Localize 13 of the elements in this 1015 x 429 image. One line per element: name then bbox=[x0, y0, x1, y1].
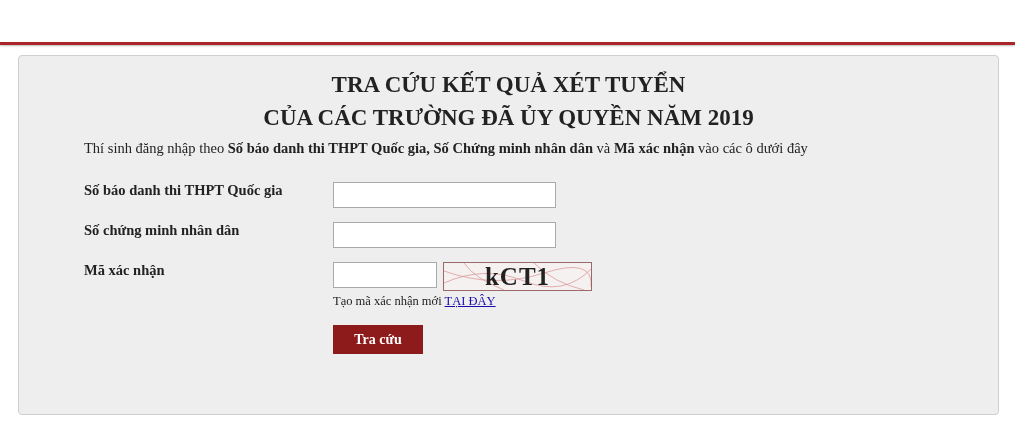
field-label: Mã xác nhận bbox=[84, 262, 166, 279]
refresh-captcha-link[interactable]: TẠI ĐÂY bbox=[444, 294, 496, 308]
field-label: Số chứng minh nhân dân bbox=[84, 222, 241, 239]
page-title: TRA CỨU KẾT QUẢ XÉT TUYỂN bbox=[330, 70, 687, 99]
hint-text: Tạo mã xác nhận mới TẠI ĐÂY bbox=[333, 294, 497, 309]
input-field[interactable] bbox=[333, 182, 556, 208]
search-button[interactable]: Tra cứu bbox=[333, 325, 423, 354]
captcha-input[interactable] bbox=[333, 262, 437, 288]
instructions-text: Thí sinh đăng nhập theo Số báo danh thi THPT Quốc gia, Số Chứng minh nhân dân và Mã xác nhận vào các ô dưới đây bbox=[84, 140, 809, 157]
captcha-image: kCT1 bbox=[443, 262, 592, 291]
field-label: Số báo danh thi THPT Quốc gia bbox=[84, 182, 284, 199]
page-title: CỦA CÁC TRƯỜNG ĐÃ ỦY QUYỀN NĂM 2019 bbox=[262, 103, 755, 132]
input-field[interactable] bbox=[333, 222, 556, 248]
